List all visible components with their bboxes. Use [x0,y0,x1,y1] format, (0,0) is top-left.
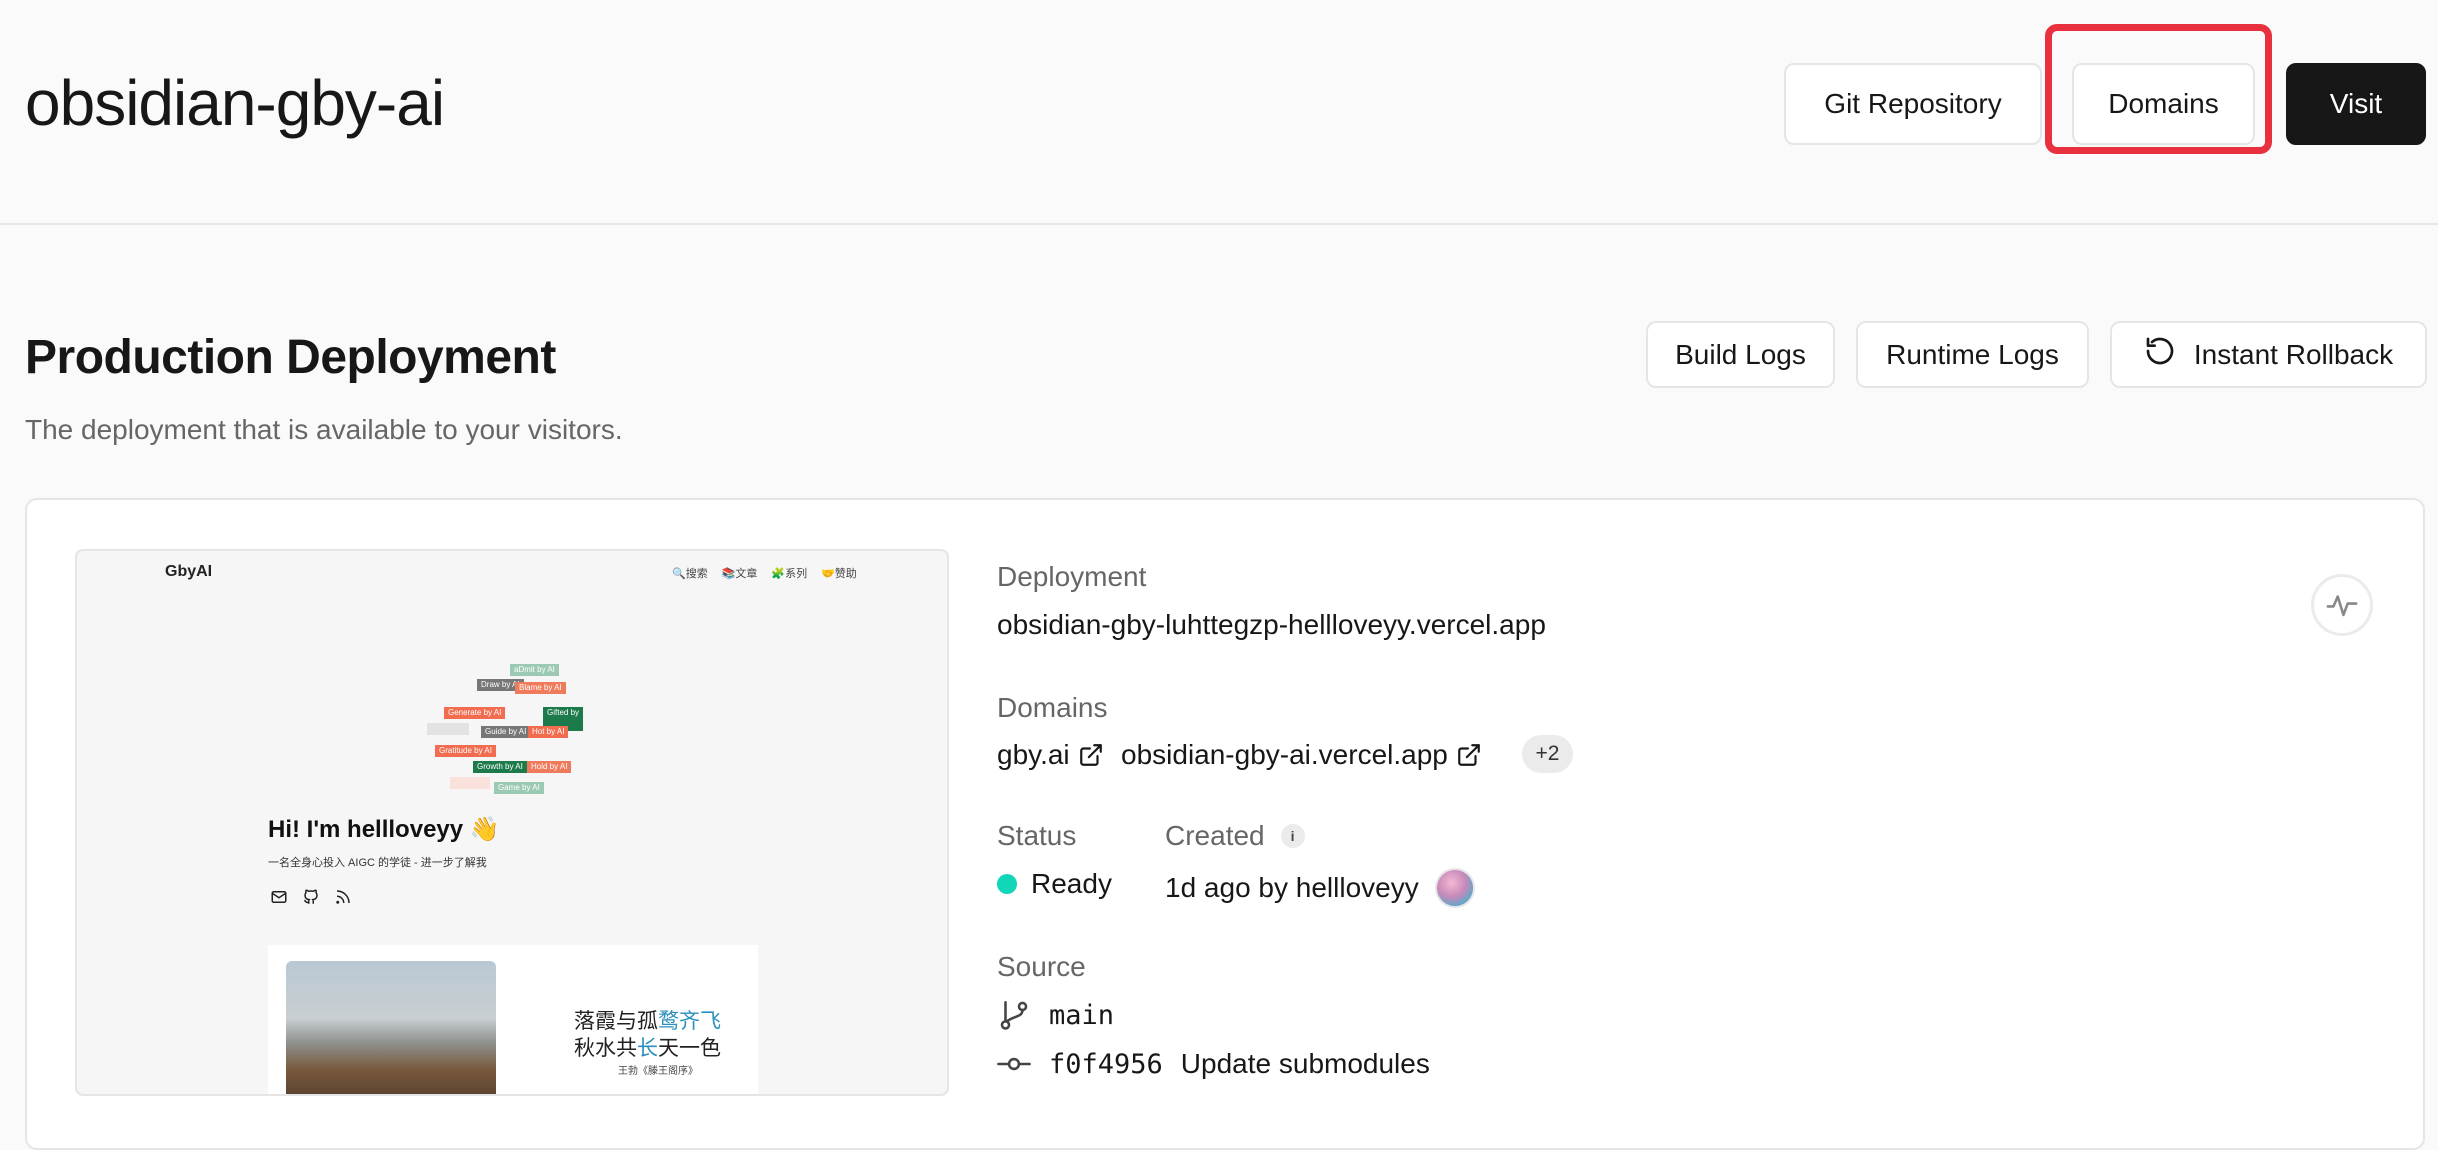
avatar[interactable] [1434,868,1475,908]
preview-nav: 🔍搜索 📚文章 🧩系列 🤝赞助 [672,565,857,581]
preview-poem-line-2: 秋水共长天一色 [574,1036,721,1060]
domain-text: gby.ai [997,739,1070,770]
build-logs-button[interactable]: Build Logs [1646,321,1835,388]
status-value: Ready [997,868,1112,900]
created-label-text: Created [1165,820,1265,851]
created-text: 1d ago by hellloveyy [1165,872,1419,903]
preview-description: 一名全身心投入 AIGC 的学徒 - 进一步了解我 [268,857,487,869]
domains-label: Domains [997,692,1108,723]
preview-poem-author: 王勃《滕王阁序》 [618,1066,698,1077]
preview-tag: Gratitude by AI [435,745,496,757]
preview-nav-item: 🧩系列 [771,568,808,580]
external-link-icon [1456,742,1482,768]
preview-tag: aDmit by AI [510,664,559,676]
preview-feature-panel: 落霞与孤鹜齐飞 秋水共长天一色 王勃《滕王阁序》 [268,945,758,1094]
deployment-preview[interactable]: GbyAI 🔍搜索 📚文章 🧩系列 🤝赞助 aDmit by AI Draw b… [75,549,949,1096]
project-title: obsidian-gby-ai [25,67,445,139]
rss-icon [336,890,350,904]
runtime-logs-button[interactable]: Runtime Logs [1856,321,2089,388]
activity-icon [2326,595,2358,617]
section-title: Production Deployment [25,331,556,384]
commit-message: Update submodules [1180,1048,1430,1079]
source-label: Source [997,951,1086,982]
preview-social-icons [270,888,352,906]
external-link-icon [1078,742,1104,768]
preview-tag-faded [427,723,469,735]
domains-button[interactable]: Domains [2072,63,2255,145]
preview-tag: Guide by AI [481,726,531,738]
preview-tag: Blame by AI [515,682,566,694]
instant-rollback-button[interactable]: Instant Rollback [2110,321,2427,388]
preview-nav-item: 🔍搜索 [672,568,708,580]
preview-tag: Generate by AI [444,707,506,719]
status-label: Status [997,820,1077,851]
more-domains-badge[interactable]: +2 [1522,735,1573,773]
project-header: obsidian-gby-ai Git Repository Domains V… [0,0,2438,225]
preview-greeting: Hi! I'm hellloveyy 👋 [268,816,500,843]
preview-tag: Hold by AI [527,761,572,773]
mail-icon [271,891,287,903]
status-text: Ready [1031,868,1112,899]
git-branch-icon [1000,1000,1028,1030]
commit-hash: f0f4956 [1049,1048,1163,1080]
preview-nav-item: 📚文章 [721,568,758,580]
instant-rollback-label: Instant Rollback [2193,338,2394,370]
git-repository-button[interactable]: Git Repository [1784,63,2042,145]
preview-tag: Hot by AI [528,726,569,738]
status-dot [997,874,1017,894]
github-icon [303,889,318,904]
domain-link-gby-ai[interactable]: gby.ai [997,739,1104,771]
rollback-icon [2144,335,2176,374]
section-subtitle: The deployment that is available to your… [25,414,623,445]
preview-nav-item: 🤝赞助 [821,568,857,580]
info-icon[interactable]: i [1280,824,1305,848]
created-value: 1d ago by hellloveyy [1165,868,1475,908]
source-commit[interactable]: f0f4956 Update submodules [997,1047,1430,1081]
source-branch[interactable]: main [997,998,1114,1032]
created-label: Created i [1165,820,1305,852]
git-commit-icon [997,1057,1031,1071]
preview-tag: Growth by AI [473,761,527,773]
preview-tag: Game by AI [494,782,544,794]
preview-tag-faded [450,777,490,789]
deployment-url-link[interactable]: obsidian-gby-luhttegzp-hellloveyy.vercel… [997,609,1546,641]
visit-button[interactable]: Visit [2286,63,2426,145]
branch-name: main [1049,999,1115,1031]
domain-link-vercel[interactable]: obsidian-gby-ai.vercel.app [1121,739,1482,771]
preview-poem-line-1: 落霞与孤鹜齐飞 [574,1009,721,1033]
analytics-button[interactable] [2311,574,2373,636]
domain-text: obsidian-gby-ai.vercel.app [1121,739,1448,770]
preview-landscape-image [286,961,496,1094]
deployment-label: Deployment [997,561,1147,592]
preview-logo: GbyAI [165,563,213,580]
